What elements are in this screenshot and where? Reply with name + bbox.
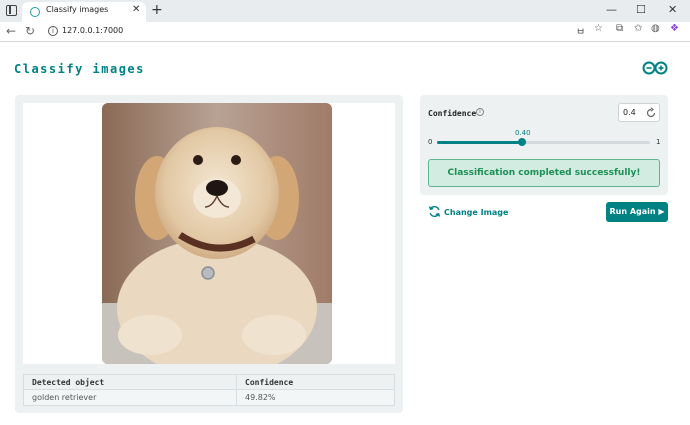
- collections-icon[interactable]: ⧉: [616, 23, 623, 34]
- browser-toolbar: ← ↻ i 127.0.0.1:7000 ㅂ ☆ ⧉ ✩ ◍ ❖: [0, 22, 690, 42]
- extensions-icon[interactable]: ◍: [651, 23, 660, 34]
- change-image-label[interactable]: Change Image: [444, 208, 508, 217]
- image-preview-area: [23, 103, 395, 364]
- copilot-icon[interactable]: ❖: [670, 23, 679, 34]
- results-table: Detected object Confidence golden retrie…: [23, 374, 395, 406]
- info-icon[interactable]: i: [476, 108, 484, 116]
- site-info-icon[interactable]: i: [48, 26, 58, 36]
- page-title: Classify images: [14, 62, 145, 76]
- new-tab-icon[interactable]: +: [151, 2, 163, 18]
- infinity-logo-icon: [642, 61, 668, 75]
- window-close-icon[interactable]: ✕: [668, 3, 677, 16]
- favorite-star-icon[interactable]: ☆: [594, 23, 603, 34]
- column-header-object: Detected object: [23, 374, 237, 390]
- refresh-icon: [428, 205, 441, 218]
- app-page: Classify images Detected object Confiden…: [0, 42, 690, 425]
- classified-photo: [102, 103, 332, 364]
- reset-icon[interactable]: [645, 107, 657, 119]
- read-aloud-icon[interactable]: ㅂ: [576, 23, 585, 38]
- slider-thumb[interactable]: [518, 138, 527, 146]
- address-bar[interactable]: i 127.0.0.1:7000: [42, 24, 688, 39]
- app-favicon-icon: [30, 7, 40, 17]
- run-again-button[interactable]: Run Again ▶: [606, 202, 668, 222]
- detected-object-cell: golden retriever: [23, 389, 237, 406]
- refresh-page-icon[interactable]: ↻: [25, 24, 35, 38]
- confidence-input-value[interactable]: 0.4: [623, 108, 636, 117]
- image-panel: Detected object Confidence golden retrie…: [15, 95, 403, 413]
- maximize-icon[interactable]: ☐: [636, 3, 646, 16]
- slider-min-label: 0: [428, 138, 433, 146]
- slider-value-label: 0.40: [515, 129, 531, 137]
- confidence-slider[interactable]: [437, 138, 650, 146]
- tab-title: Classify images: [46, 5, 109, 14]
- slider-fill: [437, 141, 523, 144]
- controls-panel: Confidence i 0.4 0.40 0 1 Classification…: [420, 95, 668, 195]
- minimize-icon[interactable]: —: [606, 3, 617, 16]
- confidence-input[interactable]: 0.4: [618, 103, 660, 122]
- back-icon[interactable]: ←: [6, 24, 16, 38]
- status-message: Classification completed successfully!: [428, 159, 660, 187]
- column-header-confidence: Confidence: [236, 374, 395, 390]
- confidence-cell: 49.82%: [236, 389, 395, 406]
- slider-max-label: 1: [656, 138, 661, 146]
- workspaces-icon[interactable]: [6, 5, 17, 16]
- confidence-label: Confidence: [428, 109, 477, 118]
- tab-close-icon[interactable]: ✕: [132, 4, 140, 15]
- table-row: golden retriever 49.82%: [23, 389, 395, 406]
- favorites-list-icon[interactable]: ✩: [634, 23, 642, 34]
- table-header-row: Detected object Confidence: [23, 374, 395, 390]
- browser-tab[interactable]: Classify images ✕: [22, 2, 146, 22]
- url-text[interactable]: 127.0.0.1:7000: [62, 26, 123, 35]
- browser-titlebar: Classify images ✕ + — ☐ ✕: [0, 0, 690, 22]
